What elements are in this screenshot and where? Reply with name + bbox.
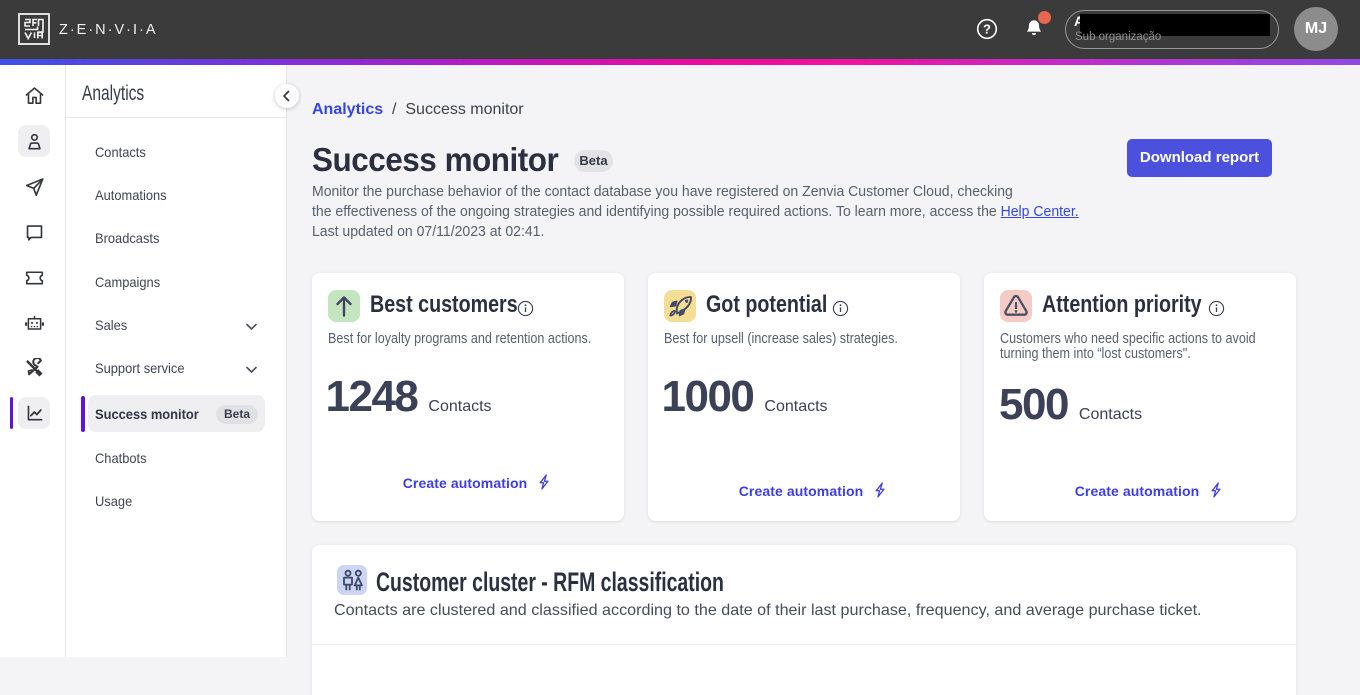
- svg-text:?: ?: [983, 22, 991, 37]
